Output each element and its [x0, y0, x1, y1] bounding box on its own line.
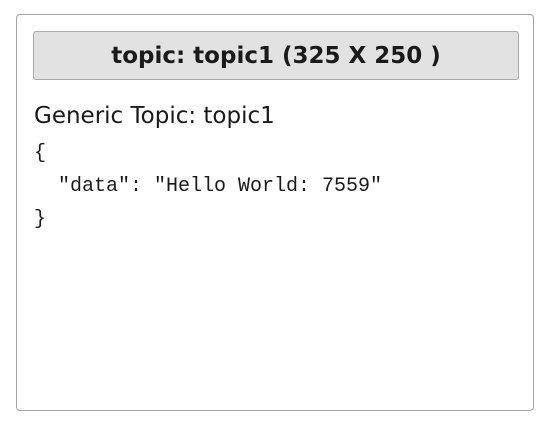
topic-panel: topic: topic1 (325 X 250 ) Generic Topic…: [16, 14, 534, 411]
json-data-line: "data": "Hello World: 7559": [34, 175, 383, 198]
panel-header[interactable]: topic: topic1 (325 X 250 ): [33, 31, 519, 80]
json-message-body: { "data": "Hello World: 7559"}: [34, 137, 382, 236]
topic-label: Generic Topic: topic1: [34, 103, 275, 129]
json-close-brace: }: [34, 208, 47, 231]
json-open-brace: {: [34, 142, 47, 165]
panel-title: topic: topic1 (325 X 250 ): [111, 42, 441, 69]
